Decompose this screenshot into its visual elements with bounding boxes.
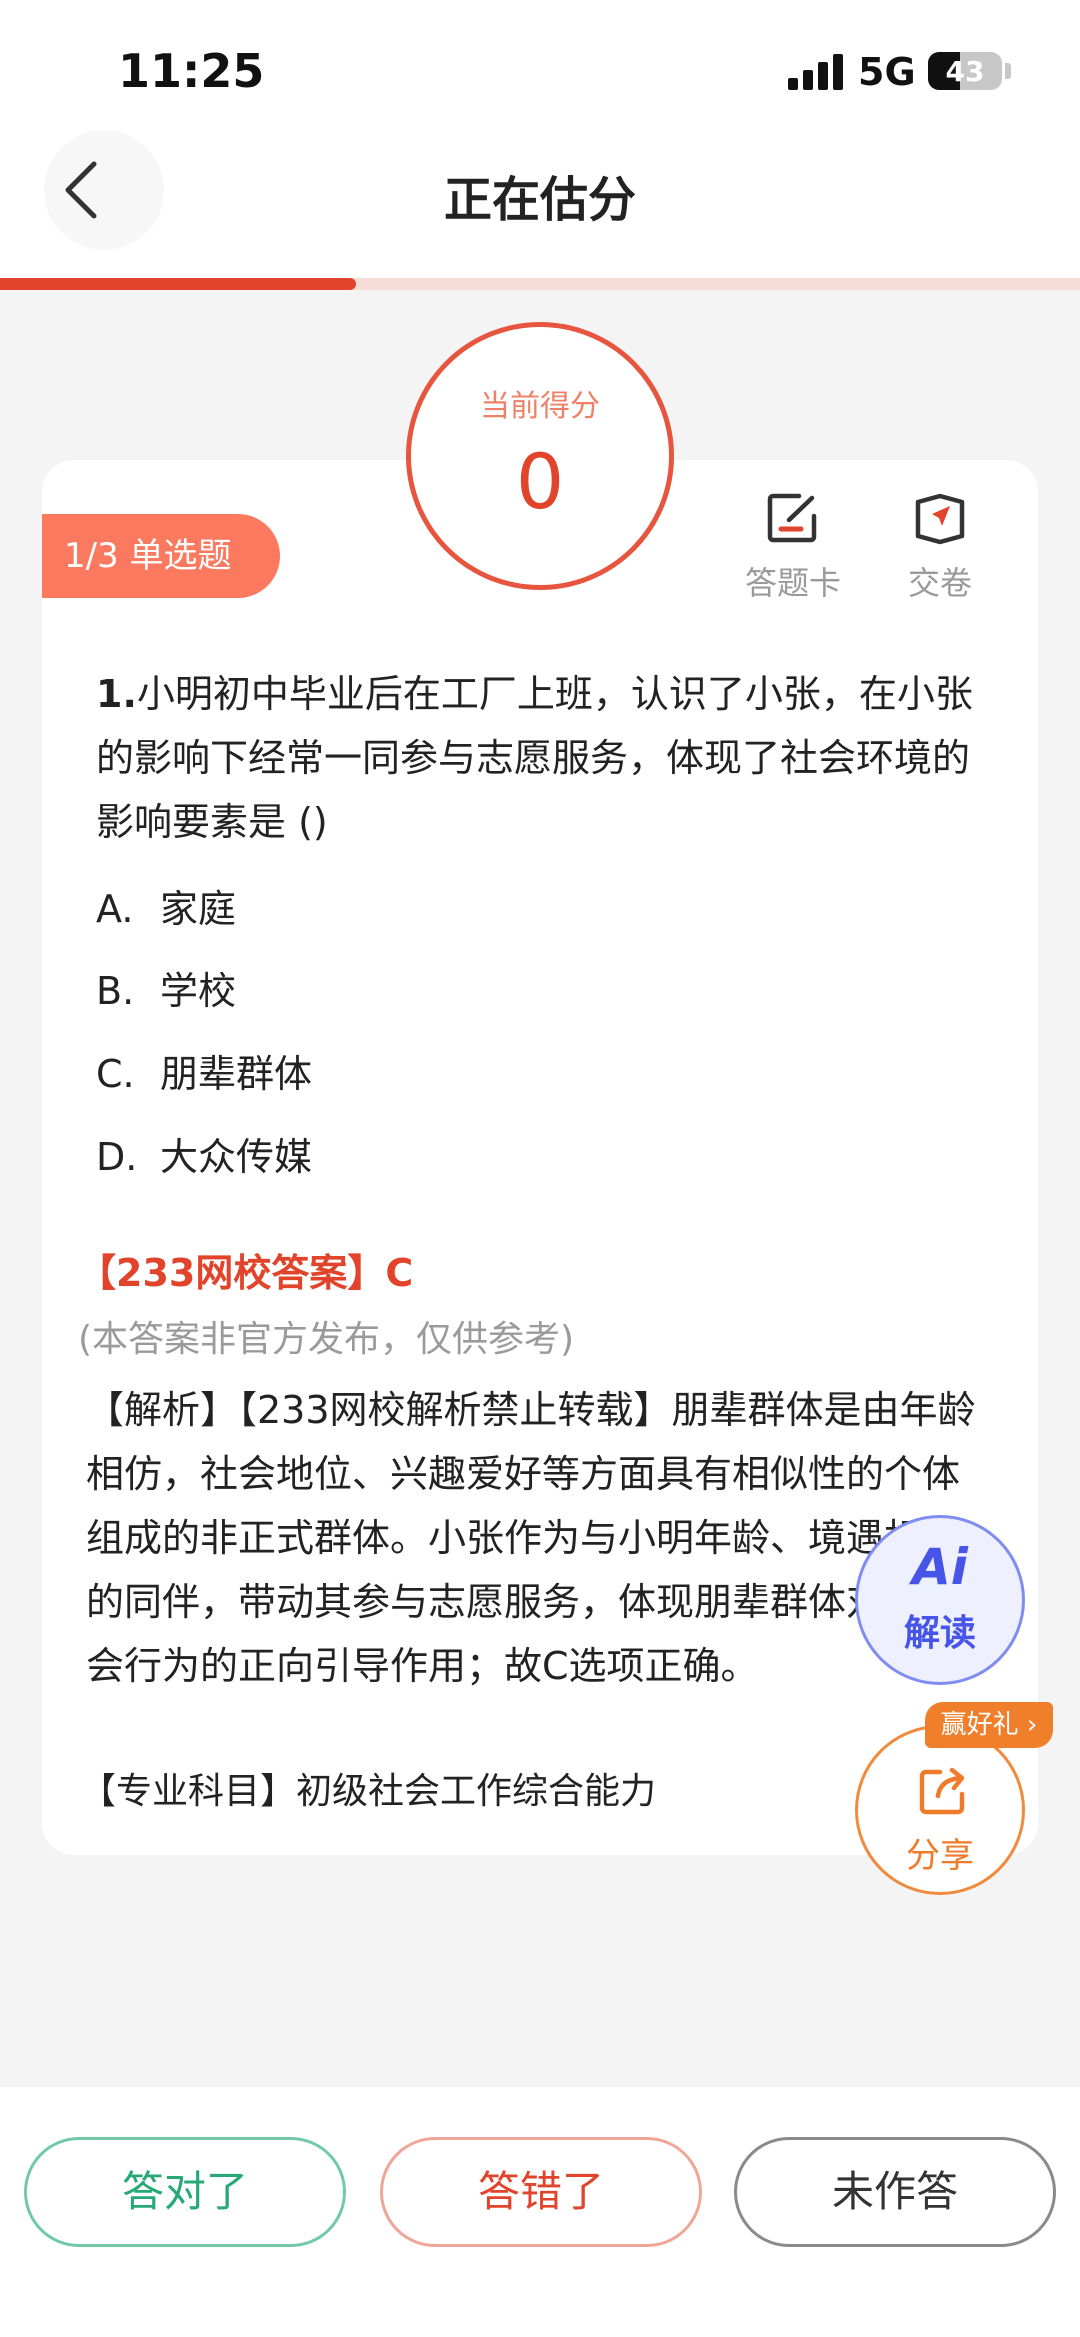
- status-bar: 11:25 5G 43: [0, 0, 1080, 130]
- bottom-action-bar: 答对了 答错了 未作答: [0, 2087, 1080, 2337]
- option-letter: C.: [96, 1052, 135, 1096]
- option-b[interactable]: B. 学校: [96, 960, 236, 1015]
- status-time: 11:25: [118, 44, 265, 98]
- option-a[interactable]: A. 家庭: [96, 878, 236, 933]
- battery-percent: 43: [945, 55, 985, 88]
- battery-icon: 43: [928, 52, 1002, 90]
- submit-icon: [915, 493, 965, 545]
- network-label: 5G: [858, 50, 916, 94]
- ai-interpret-button[interactable]: Ai 解读: [855, 1515, 1025, 1685]
- header: 正在估分: [0, 130, 1080, 278]
- option-letter: A.: [96, 887, 134, 931]
- submit-button[interactable]: 交卷: [870, 490, 1010, 604]
- option-letter: D.: [96, 1135, 138, 1179]
- option-text: 学校: [160, 969, 237, 1013]
- answer-line: 【233网校答案】C: [78, 1251, 414, 1295]
- mark-unanswered-button[interactable]: 未作答: [734, 2137, 1056, 2247]
- share-button[interactable]: 分享: [855, 1725, 1025, 1895]
- answer-disclaimer: (本答案非官方发布，仅供参考): [78, 1319, 575, 1360]
- option-text: 大众传媒: [160, 1135, 313, 1179]
- share-label: 分享: [906, 1836, 974, 1876]
- question-text: 小明初中毕业后在工厂上班，认识了小张，在小张的影响下经常一同参与志愿服务，体现了…: [96, 672, 973, 844]
- answer-card-label: 答题卡: [744, 564, 841, 602]
- answer-analysis: 【解析】【233网校解析禁止转载】朋辈群体是由年龄相仿，社会地位、兴趣爱好等方面…: [86, 1388, 976, 1688]
- score-label: 当前得分: [480, 389, 600, 424]
- mark-wrong-button[interactable]: 答错了: [380, 2137, 702, 2247]
- progress-bar: [0, 278, 1080, 290]
- question-number: 1.: [96, 672, 137, 716]
- score-value: 0: [515, 437, 565, 526]
- option-text: 家庭: [160, 887, 237, 931]
- ai-logo-icon: Ai: [912, 1538, 968, 1596]
- share-icon: [919, 1767, 965, 1815]
- answer-card-button[interactable]: 答题卡: [723, 490, 863, 604]
- question-type-badge: 1/3 单选题: [42, 514, 280, 598]
- gift-tag[interactable]: 赢好礼 ›: [925, 1702, 1053, 1748]
- score-circle: 当前得分 0: [406, 322, 674, 590]
- option-c[interactable]: C. 朋辈群体: [96, 1043, 312, 1098]
- option-text: 朋辈群体: [160, 1052, 313, 1096]
- answer-card-icon: [767, 493, 817, 543]
- option-letter: B.: [96, 969, 135, 1013]
- submit-label: 交卷: [907, 564, 972, 602]
- mark-correct-button[interactable]: 答对了: [24, 2137, 346, 2247]
- subject-line: 【专业科目】初级社会工作综合能力: [80, 1771, 657, 1812]
- ai-label: 解读: [903, 1613, 976, 1654]
- progress-fill: [0, 278, 357, 290]
- option-d[interactable]: D. 大众传媒: [96, 1126, 312, 1181]
- page-title: 正在估分: [443, 172, 636, 228]
- question-stem: 1.小明初中毕业后在工厂上班，认识了小张，在小张的影响下经常一同参与志愿服务，体…: [96, 662, 976, 854]
- signal-icon: [788, 54, 844, 90]
